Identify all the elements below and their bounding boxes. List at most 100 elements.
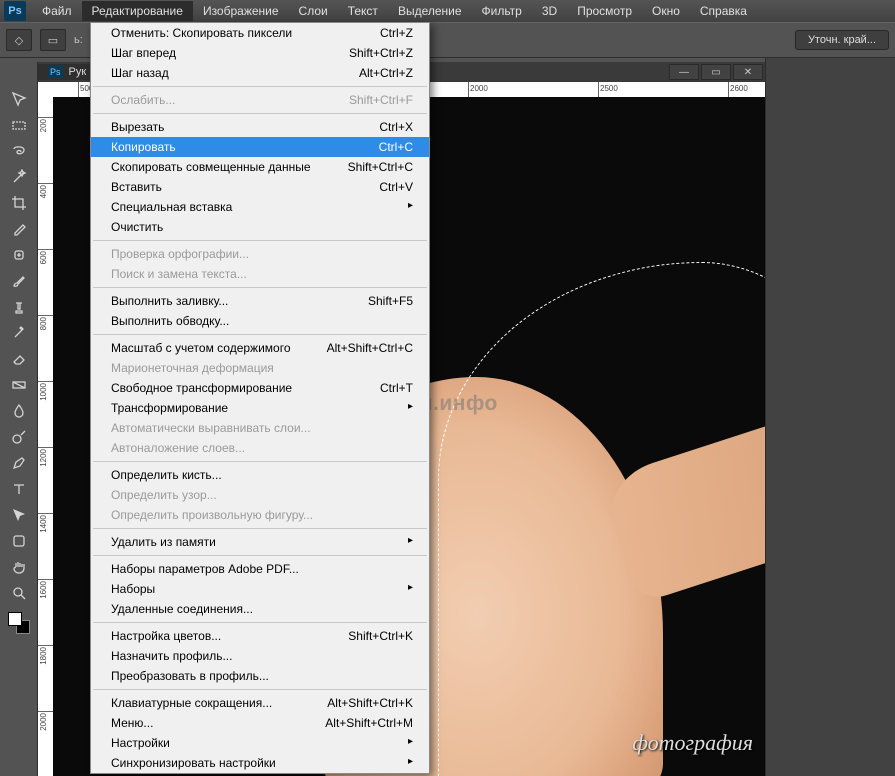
menu-item: Поиск и замена текста... <box>91 264 429 284</box>
menu-item[interactable]: Шаг впередShift+Ctrl+Z <box>91 43 429 63</box>
menu-item-label: Определить узор... <box>111 488 217 502</box>
menu-item[interactable]: Наборы <box>91 579 429 599</box>
menu-separator <box>93 689 427 690</box>
tool-move[interactable] <box>7 87 31 111</box>
maximize-button[interactable]: ▭ <box>701 64 731 80</box>
menu-item[interactable]: Выполнить заливку...Shift+F5 <box>91 291 429 311</box>
close-button[interactable]: ✕ <box>733 64 763 80</box>
menu-окно[interactable]: Окно <box>642 1 690 21</box>
menu-item[interactable]: Очистить <box>91 217 429 237</box>
menu-выделение[interactable]: Выделение <box>388 1 472 21</box>
tool-wand[interactable] <box>7 165 31 189</box>
refine-edge-button[interactable]: Уточн. край... <box>795 30 889 50</box>
tool-path[interactable] <box>7 503 31 527</box>
tool-history[interactable] <box>7 321 31 345</box>
tool-heal[interactable] <box>7 243 31 267</box>
tool-dodge[interactable] <box>7 425 31 449</box>
tool-lasso[interactable] <box>7 139 31 163</box>
tool-hand[interactable] <box>7 555 31 579</box>
menu-текст[interactable]: Текст <box>338 1 388 21</box>
panels-dock[interactable] <box>765 58 895 776</box>
menu-item[interactable]: Настройка цветов...Shift+Ctrl+K <box>91 626 429 646</box>
minimize-button[interactable]: — <box>669 64 699 80</box>
tool-brush[interactable] <box>7 269 31 293</box>
menu-item[interactable]: Свободное трансформированиеCtrl+T <box>91 378 429 398</box>
tool-blur[interactable] <box>7 399 31 423</box>
menu-item[interactable]: Назначить профиль... <box>91 646 429 666</box>
tool-type[interactable] <box>7 477 31 501</box>
menu-item-shortcut: Ctrl+X <box>359 120 413 134</box>
menu-справка[interactable]: Справка <box>690 1 757 21</box>
menu-item[interactable]: Шаг назад Alt+Ctrl+Z <box>91 63 429 83</box>
selection-new-button[interactable]: ▭ <box>40 29 66 51</box>
menu-item[interactable]: Меню...Alt+Shift+Ctrl+M <box>91 713 429 733</box>
menu-item[interactable]: Скопировать совмещенные данныеShift+Ctrl… <box>91 157 429 177</box>
menu-item-label: Определить произвольную фигуру... <box>111 508 313 522</box>
menu-item[interactable]: Выполнить обводку... <box>91 311 429 331</box>
menu-item[interactable]: Синхронизировать настройки <box>91 753 429 773</box>
color-swatch[interactable] <box>8 612 30 634</box>
document-tab[interactable]: Ps Рук <box>38 64 96 80</box>
tool-zoom[interactable] <box>7 581 31 605</box>
menu-item[interactable]: Масштаб с учетом содержимогоAlt+Shift+Ct… <box>91 338 429 358</box>
tool-marquee[interactable] <box>7 113 31 137</box>
menu-item-label: Очистить <box>111 220 163 234</box>
menu-item-label: Клавиатурные сокращения... <box>111 696 272 710</box>
menu-item[interactable]: Наборы параметров Adobe PDF... <box>91 559 429 579</box>
menu-просмотр[interactable]: Просмотр <box>567 1 642 21</box>
toolbox <box>0 62 38 776</box>
menu-item-label: Наборы параметров Adobe PDF... <box>111 562 299 576</box>
menu-item-shortcut: Ctrl+V <box>359 180 413 194</box>
menu-файл[interactable]: Файл <box>32 1 82 21</box>
menu-item-label: Удаленные соединения... <box>111 602 253 616</box>
tool-crop[interactable] <box>7 191 31 215</box>
menu-слои[interactable]: Слои <box>289 1 338 21</box>
tool-shape[interactable] <box>7 529 31 553</box>
tool-eraser[interactable] <box>7 347 31 371</box>
menu-item[interactable]: Удалить из памяти <box>91 532 429 552</box>
menu-item-label: Масштаб с учетом содержимого <box>111 341 291 355</box>
tool-pen[interactable] <box>7 451 31 475</box>
menu-item[interactable]: Удаленные соединения... <box>91 599 429 619</box>
menu-item[interactable]: Специальная вставка <box>91 197 429 217</box>
menu-item[interactable]: Отменить: Скопировать пикселиCtrl+Z <box>91 23 429 43</box>
menu-item-label: Вырезать <box>111 120 164 134</box>
menu-item-label: Специальная вставка <box>111 200 232 214</box>
menu-separator <box>93 287 427 288</box>
menu-item[interactable]: Вырезать Ctrl+X <box>91 117 429 137</box>
menubar: Ps ФайлРедактированиеИзображениеСлоиТекс… <box>0 0 895 22</box>
ruler-vertical[interactable]: 200400600800100012001400160018002000 <box>38 97 53 776</box>
menu-item-label: Определить кисть... <box>111 468 222 482</box>
menu-separator <box>93 113 427 114</box>
menu-item: Проверка орфографии... <box>91 244 429 264</box>
tool-gradient[interactable] <box>7 373 31 397</box>
menu-item-label: Проверка орфографии... <box>111 247 249 261</box>
menu-item[interactable]: Клавиатурные сокращения... Alt+Shift+Ctrl… <box>91 693 429 713</box>
menu-item-label: Шаг назад <box>111 66 169 80</box>
menu-item: Ослабить...Shift+Ctrl+F <box>91 90 429 110</box>
tool-stamp[interactable] <box>7 295 31 319</box>
menu-item-shortcut: Ctrl+C <box>359 140 413 154</box>
menu-item-shortcut: Alt+Ctrl+Z <box>339 66 413 80</box>
menu-item[interactable]: Вставить Ctrl+V <box>91 177 429 197</box>
menu-item-shortcut: Ctrl+Z <box>360 26 413 40</box>
menu-item-shortcut: Alt+Shift+Ctrl+K <box>307 696 413 710</box>
menu-изображение[interactable]: Изображение <box>193 1 289 21</box>
menu-item[interactable]: Настройки <box>91 733 429 753</box>
menu-item-label: Марионеточная деформация <box>111 361 274 375</box>
menu-item[interactable]: Преобразовать в профиль... <box>91 666 429 686</box>
menu-item-label: Шаг вперед <box>111 46 176 60</box>
tool-preset-button[interactable]: ◇ <box>6 29 32 51</box>
menu-item-shortcut: Shift+Ctrl+F <box>329 93 413 107</box>
menu-item-label: Вставить <box>111 180 162 194</box>
menu-item-label: Синхронизировать настройки <box>111 756 276 770</box>
menu-item[interactable]: КопироватьCtrl+C <box>91 137 429 157</box>
menu-item[interactable]: Трансформирование <box>91 398 429 418</box>
menu-редактирование[interactable]: Редактирование <box>82 1 193 21</box>
menu-3d[interactable]: 3D <box>532 1 567 21</box>
menu-item[interactable]: Определить кисть... <box>91 465 429 485</box>
menu-фильтр[interactable]: Фильтр <box>472 1 532 21</box>
menu-item-label: Трансформирование <box>111 401 228 415</box>
tool-eyedrop[interactable] <box>7 217 31 241</box>
edit-menu-dropdown: Отменить: Скопировать пикселиCtrl+ZШаг в… <box>90 22 430 774</box>
